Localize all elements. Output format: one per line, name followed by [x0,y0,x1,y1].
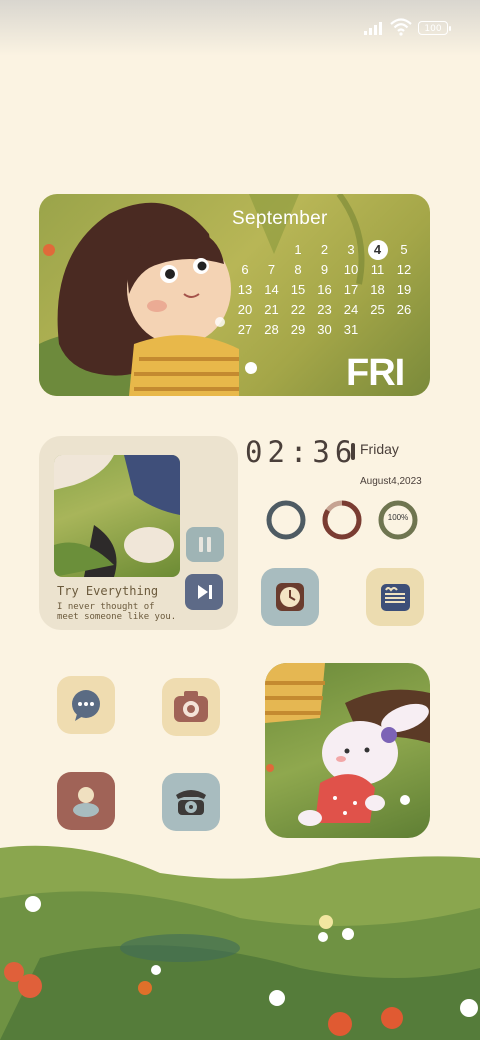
photo-widget[interactable] [265,663,430,838]
pause-button[interactable] [186,527,224,562]
calendar-day: 12 [396,262,412,277]
calendar-day: 31 [343,322,359,337]
phone-app-icon[interactable] [162,773,220,831]
chat-app-icon[interactable] [57,676,115,734]
contacts-app-icon[interactable] [57,772,115,830]
calendar-day: 19 [396,282,412,297]
calendar-day: 7 [267,262,276,277]
calendar-day: 29 [290,322,306,337]
calendar-day: 27 [237,322,253,337]
calendar-day: 16 [317,282,332,297]
song-lyric-line1: I never thought of [57,602,155,612]
camera-app-icon[interactable] [162,678,220,736]
meadow-illustration [0,845,480,1040]
calendar-day: 8 [294,262,302,277]
calendar-day: 25 [370,302,385,317]
calendar-day: 14 [264,282,279,297]
calendar-day: 22 [290,302,306,317]
calendar-day: 2 [320,242,329,257]
calendar-day: 1 [294,242,302,257]
skip-next-button[interactable] [185,574,223,610]
calendar-month: September [232,208,328,229]
clock-app-icon[interactable] [261,568,319,626]
bunny-illustration [265,663,430,826]
calendar-day: 5 [400,242,408,257]
ring-gauge-2 [322,500,362,540]
calendar-day: 28 [264,322,279,337]
calendar-day: 30 [317,322,332,337]
song-title: Try Everything [57,584,159,598]
clock-day: Friday [360,441,399,457]
calendar-day: 24 [343,302,359,317]
clock-divider [351,443,355,460]
clock-date: August4,2023 [360,476,422,487]
ring-gauge-label: 100% [387,513,409,522]
calendar-weekday: FRI [346,352,405,394]
calendar-day: 10 [343,262,359,277]
song-lyric-line2: meet someone like you. [57,612,177,622]
signal-icon [364,22,382,35]
calendar-day: 18 [370,282,385,297]
calendar-day: 6 [241,262,249,277]
clock-time: 02:36 [245,435,358,469]
calendar-day: 13 [237,282,253,297]
calendar-day: 4 [365,240,391,260]
calendar-day: 26 [396,302,412,317]
wifi-icon [390,18,412,36]
calendar-day: 9 [320,262,329,277]
calendar-day: 21 [264,302,279,317]
calendar-day: 11 [370,262,385,277]
calendar-day: 20 [237,302,253,317]
notes-app-icon[interactable] [366,568,424,626]
calendar-day: 17 [343,282,359,297]
calendar-day: 23 [317,302,332,317]
album-art [54,455,180,577]
calendar-day: 3 [347,242,355,257]
battery-icon: 100 [418,21,451,35]
calendar-day: 15 [290,282,306,297]
ring-gauge-1 [266,500,306,540]
